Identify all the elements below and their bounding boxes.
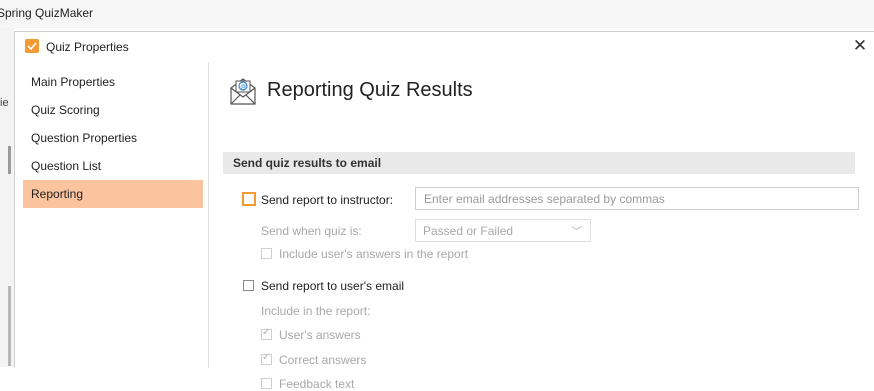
nav-item-question-properties[interactable]: Question Properties <box>23 124 203 152</box>
correct-answers-checkbox[interactable]: ✓ <box>261 352 272 365</box>
app-title-bar: Spring QuizMaker <box>0 0 874 28</box>
include-answers-label: Include user's answers in the report <box>279 247 469 261</box>
send-when-value: Passed or Failed <box>423 224 514 238</box>
send-to-instructor-checkbox[interactable] <box>242 192 256 206</box>
nav-item-reporting[interactable]: Reporting <box>23 180 203 208</box>
feedback-text-checkbox[interactable] <box>261 378 272 389</box>
include-answers-checkbox[interactable] <box>261 248 272 259</box>
users-answers-label: User's answers <box>279 328 361 342</box>
reporting-panel: @ Reporting Quiz Results Send quiz resul… <box>209 62 874 391</box>
include-in-report-label: Include in the report: <box>261 304 371 318</box>
quiz-properties-dialog: Quiz Properties ✕ Main Properties Quiz S… <box>14 31 874 391</box>
send-when-label: Send when quiz is: <box>261 224 362 238</box>
users-answers-checkbox[interactable]: ✓ <box>261 327 272 340</box>
app-left-bar-lower <box>8 286 11 366</box>
dialog-titlebar: Quiz Properties ✕ <box>15 32 874 62</box>
nav-item-main-properties[interactable]: Main Properties <box>23 68 203 96</box>
app-title: Spring QuizMaker <box>0 6 94 20</box>
feedback-text-label: Feedback text <box>279 377 355 391</box>
send-to-user-checkbox[interactable] <box>243 280 254 291</box>
dialog-title: Quiz Properties <box>46 40 129 54</box>
send-to-instructor-label: Send report to instructor: <box>261 193 394 207</box>
close-button[interactable]: ✕ <box>845 32 874 62</box>
instructor-email-input[interactable] <box>415 187 859 210</box>
send-to-user-label: Send report to user's email <box>261 279 405 293</box>
properties-nav: Main Properties Quiz Scoring Question Pr… <box>15 62 208 368</box>
email-report-icon: @ <box>229 76 257 106</box>
close-icon: ✕ <box>852 36 868 55</box>
nav-item-question-list[interactable]: Question List <box>23 152 203 180</box>
section-header: Send quiz results to email <box>223 152 855 174</box>
app-left-edge: ie <box>0 28 14 367</box>
send-when-select[interactable]: Passed or Failed ﹀ <box>415 219 591 242</box>
app-left-bar <box>8 146 11 174</box>
correct-answers-label: Correct answers <box>279 353 367 367</box>
app-left-fragment: ie <box>0 97 9 109</box>
page-title: Reporting Quiz Results <box>267 79 473 101</box>
chevron-down-icon: ﹀ <box>571 226 582 238</box>
nav-item-quiz-scoring[interactable]: Quiz Scoring <box>23 96 203 124</box>
checkbox-app-icon <box>25 39 39 53</box>
svg-text:@: @ <box>240 85 246 91</box>
